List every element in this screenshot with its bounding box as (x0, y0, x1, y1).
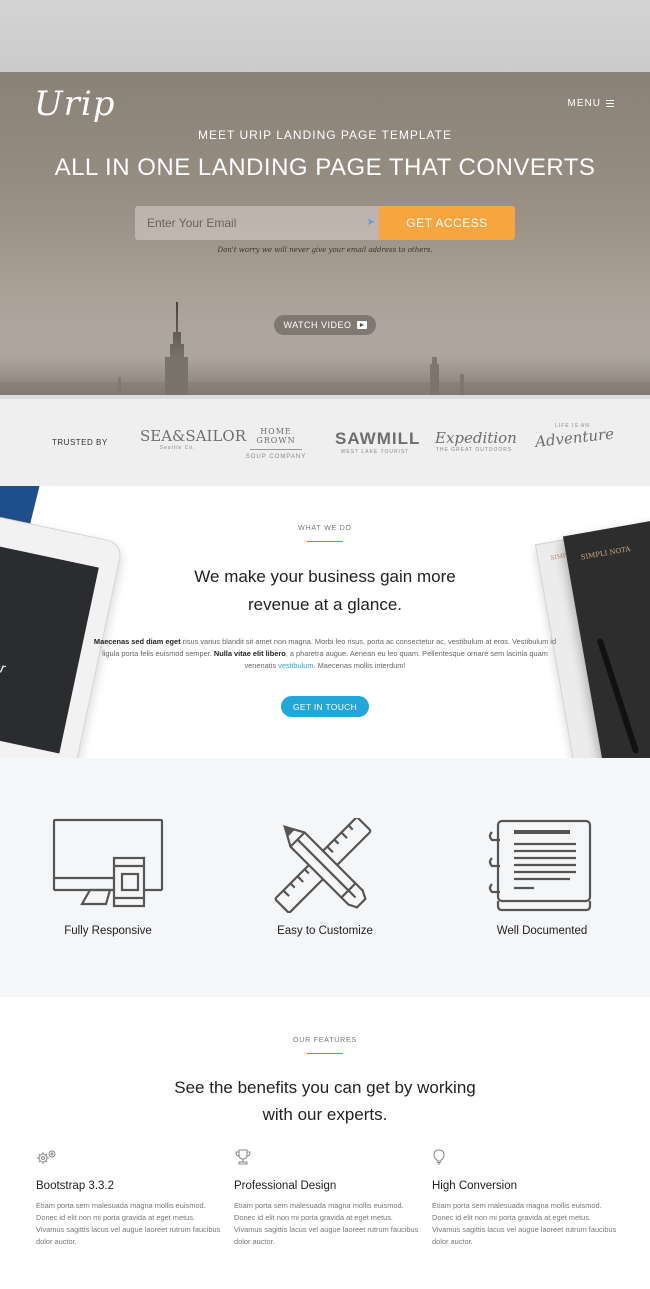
trophy-icon (235, 1149, 251, 1165)
watch-video-label: WATCH VIDEO (283, 320, 352, 330)
notebook-title: SIMPLI NOTA (580, 545, 632, 562)
feature-description: Etiam porta sem malesuada magna mollis e… (432, 1201, 617, 1246)
logo-name: SEA&SAILOR (140, 427, 246, 445)
feature-description: Etiam porta sem malesuada magna mollis e… (36, 1201, 221, 1246)
email-input[interactable]: Enter Your Email ➤ (135, 206, 379, 240)
section-divider (307, 541, 343, 542)
logo-sub: THE GREAT OUTDOORS (435, 447, 513, 453)
menu-label: MENU (567, 98, 601, 109)
play-icon (356, 321, 367, 329)
body-bold: Maecenas sed diam eget (93, 637, 181, 646)
highlight-responsive: Fully Responsive (0, 758, 216, 997)
highlight-customize: Easy to Customize (217, 758, 433, 997)
logo-sub: SOUP COMPANY (245, 454, 307, 460)
gears-icon (37, 1150, 56, 1164)
hero-pretitle: MEET URIP LANDING PAGE TEMPLATE (198, 128, 452, 142)
logo-name: SAWMILL (335, 429, 421, 448)
feature-title: Professional Design (234, 1180, 337, 1192)
hero-title: ALL IN ONE LANDING PAGE THAT CONVERTS (54, 154, 596, 181)
highlight-documented: Well Documented (434, 758, 650, 997)
hero-section: Urip MENU MEET URIP LANDING PAGE TEMPLAT… (0, 72, 650, 395)
logo-sawmill: SAWMILL WEST LAKE TOURIST (335, 421, 421, 465)
pencil-ruler-icon (274, 818, 372, 913)
logo-sub: Seattle Co. (159, 445, 196, 451)
logo-home-grown: HOME GROWN SOUP COMPANY (240, 421, 312, 465)
devices-icon (52, 818, 164, 908)
section-body-text: Maecenas sed diam eget risus varius blan… (90, 636, 560, 672)
highlight-label: Well Documented (496, 925, 588, 937)
lightbulb-icon (433, 1149, 445, 1165)
logo-name: HOME GROWN (256, 427, 296, 445)
what-we-do-section: ver SIMPLI NOTA SIMPLI NOTA WHAT WE DO W… (0, 486, 650, 758)
section-heading-line2: revenue at a glance. (247, 595, 403, 614)
email-placeholder: Enter Your Email (147, 216, 237, 230)
trusted-by-label: TRUSTED BY (52, 438, 108, 447)
feature-title: High Conversion (432, 1180, 518, 1192)
feature-description: Etiam porta sem malesuada magna mollis e… (234, 1201, 419, 1246)
notebook-icon (488, 819, 592, 912)
highlight-label: Fully Responsive (64, 925, 152, 937)
section-heading-line1: We make your business gain more (194, 567, 456, 586)
feature-item: High Conversion Etiam porta sem malesuad… (432, 1149, 617, 1248)
body-text: . Maecenas mollis interdum! (313, 661, 406, 670)
logo-name: Expedition (435, 429, 517, 447)
feature-item: Bootstrap 3.3.2 Etiam porta sem malesuad… (36, 1149, 221, 1248)
hamburger-icon (606, 100, 614, 107)
logo-adventure: LIFE IS AN Adventure (534, 421, 615, 465)
section-heading-line1: See the benefits you can get by working (174, 1078, 476, 1097)
section-tag: WHAT WE DO (298, 525, 352, 532)
menu-button[interactable]: MENU (568, 98, 614, 109)
logo-expedition: Expedition THE GREAT OUTDOORS (435, 421, 517, 465)
watch-video-button[interactable]: WATCH VIDEO (274, 315, 376, 335)
email-disclaimer: Don't worry we will never give your emai… (217, 246, 433, 254)
trusted-by-section: TRUSTED BY SEA&SAILOR Seattle Co. HOME G… (0, 395, 650, 486)
get-in-touch-button[interactable]: GET IN TOUCH (281, 696, 369, 717)
section-tag: OUR FEATURES (293, 1037, 357, 1044)
feature-title: Bootstrap 3.3.2 (36, 1180, 114, 1192)
features-section: OUR FEATURES See the benefits you can ge… (0, 997, 650, 1289)
body-link[interactable]: vestibulum (278, 661, 313, 670)
notebook-mockup-image: SIMPLI NOTA SIMPLI NOTA (534, 516, 650, 758)
feature-item: Professional Design Etiam porta sem male… (234, 1149, 419, 1248)
cursor-arrow-icon: ➤ (366, 217, 375, 228)
highlight-label: Easy to Customize (277, 925, 373, 937)
site-logo[interactable]: Urip (34, 84, 116, 124)
top-backdrop (0, 0, 650, 72)
highlights-section: Fully Responsive Easy to Customize Well … (0, 758, 650, 997)
logo-sea-sailor: SEA&SAILOR Seattle Co. (140, 421, 246, 465)
section-heading-line2: with our experts. (262, 1105, 388, 1124)
get-access-button[interactable]: GET ACCESS (379, 206, 515, 240)
section-divider (307, 1053, 343, 1054)
logo-sub: WEST LAKE TOURIST (340, 449, 410, 455)
body-bold: Nulla vitae elit libero (213, 649, 286, 658)
tablet-screen-text: ver (0, 656, 7, 677)
